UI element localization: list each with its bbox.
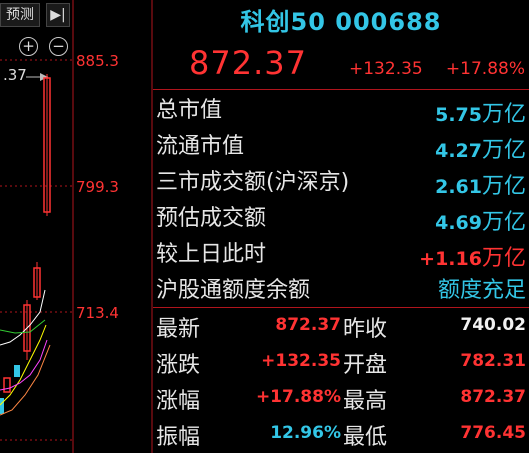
- quote-value: 12.96%: [270, 423, 341, 443]
- stat-row: 沪股通额度余额 额度充足: [153, 270, 529, 306]
- candle-body: [3, 377, 11, 393]
- index-title: 科创50 000688: [240, 8, 442, 36]
- cursor-value: .37: [3, 66, 27, 84]
- quote-panel: 科创50 000688 872.37 +132.35 +17.88% 总市值 5…: [153, 0, 529, 453]
- stat-value: +1.16万亿: [419, 246, 526, 271]
- quote-label: 最高: [343, 389, 388, 414]
- quote-value: 872.37: [275, 315, 341, 335]
- stat-label: 总市值: [156, 98, 223, 123]
- ma-line-extra: [0, 344, 51, 416]
- quote-value: 872.37: [460, 387, 526, 407]
- stat-label: 预估成交额: [156, 206, 267, 231]
- stat-label: 沪股通额度余额: [156, 278, 311, 303]
- quote-label: 开盘: [343, 353, 388, 378]
- candle-body: [0, 398, 4, 414]
- quote-value: 782.31: [460, 351, 526, 371]
- stat-label: 较上日此时: [156, 242, 267, 267]
- ma10-line: [0, 324, 47, 406]
- forecast-button[interactable]: 预测: [0, 3, 40, 27]
- zoom-out-icon[interactable]: −: [49, 37, 68, 56]
- quote-label: 最低: [343, 425, 388, 450]
- stat-row: 三市成交额(沪深京) 2.61万亿: [153, 162, 529, 199]
- play-end-icon[interactable]: ▶|: [46, 3, 70, 27]
- quote-value: +17.88%: [255, 387, 341, 407]
- quote-value: 776.45: [460, 423, 526, 443]
- quote-row: 最新 872.37 昨收 740.02: [153, 308, 529, 344]
- candle-body: [14, 365, 20, 377]
- stat-value: 4.27万亿: [435, 138, 526, 163]
- zoom-in-icon[interactable]: +: [19, 37, 38, 56]
- axis-label-mid: 799.3: [76, 178, 119, 196]
- stat-value: 2.61万亿: [435, 174, 526, 199]
- quote-row: 振幅 12.96% 最低 776.45: [153, 416, 529, 452]
- quote-row: 涨跌 +132.35 开盘 782.31: [153, 344, 529, 380]
- quote-label: 涨跌: [156, 353, 201, 378]
- quote-label: 昨收: [343, 317, 388, 342]
- ma60-line: [0, 319, 46, 334]
- axis-label-top: 885.3: [76, 52, 119, 70]
- stat-label: 三市成交额(沪深京): [156, 170, 350, 195]
- stat-row: 总市值 5.75万亿: [153, 90, 529, 127]
- quote-label: 最新: [156, 317, 201, 342]
- axis-label-low: 713.4: [76, 304, 119, 322]
- quote-value: 740.02: [460, 315, 526, 335]
- quote-label: 涨幅: [156, 389, 201, 414]
- stat-value: 5.75万亿: [435, 102, 526, 127]
- stat-value: 额度充足: [437, 278, 526, 303]
- price-change-pct: +17.88%: [445, 59, 525, 79]
- last-price: 872.37: [189, 44, 307, 82]
- price-change: +132.35: [349, 59, 423, 79]
- quote-label: 振幅: [156, 425, 201, 450]
- ma5-line: [0, 289, 46, 346]
- stat-row: 预估成交额 4.69万亿: [153, 198, 529, 235]
- stat-row: 流通市值 4.27万亿: [153, 126, 529, 163]
- quote-value: +132.35: [261, 351, 341, 371]
- stat-value: 4.69万亿: [435, 210, 526, 235]
- stat-label: 流通市值: [156, 134, 245, 159]
- quote-row: 涨幅 +17.88% 最高 872.37: [153, 380, 529, 416]
- stat-row: 较上日此时 +1.16万亿: [153, 234, 529, 271]
